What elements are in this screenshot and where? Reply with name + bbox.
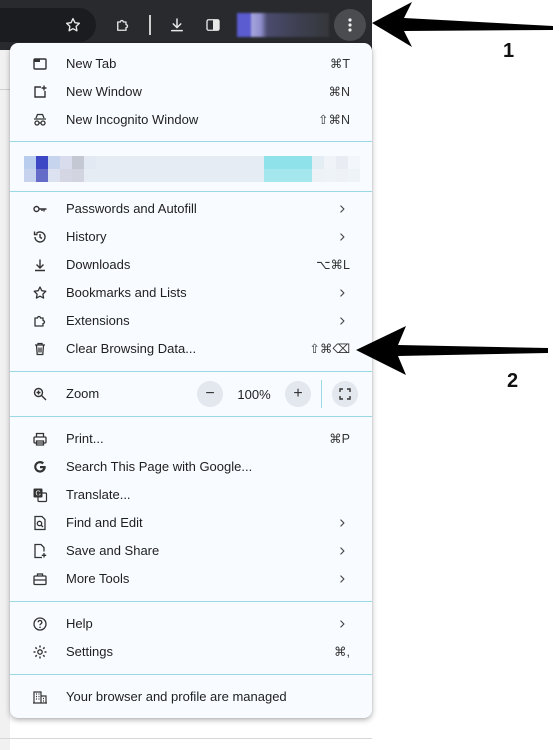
annotation-number-2: 2 bbox=[507, 370, 519, 392]
annotation-arrow-1 bbox=[372, 2, 553, 47]
annotation-overlay bbox=[356, 2, 553, 375]
annotation-arrow-2 bbox=[356, 326, 548, 375]
annotation-number-1: 1 bbox=[503, 40, 515, 62]
